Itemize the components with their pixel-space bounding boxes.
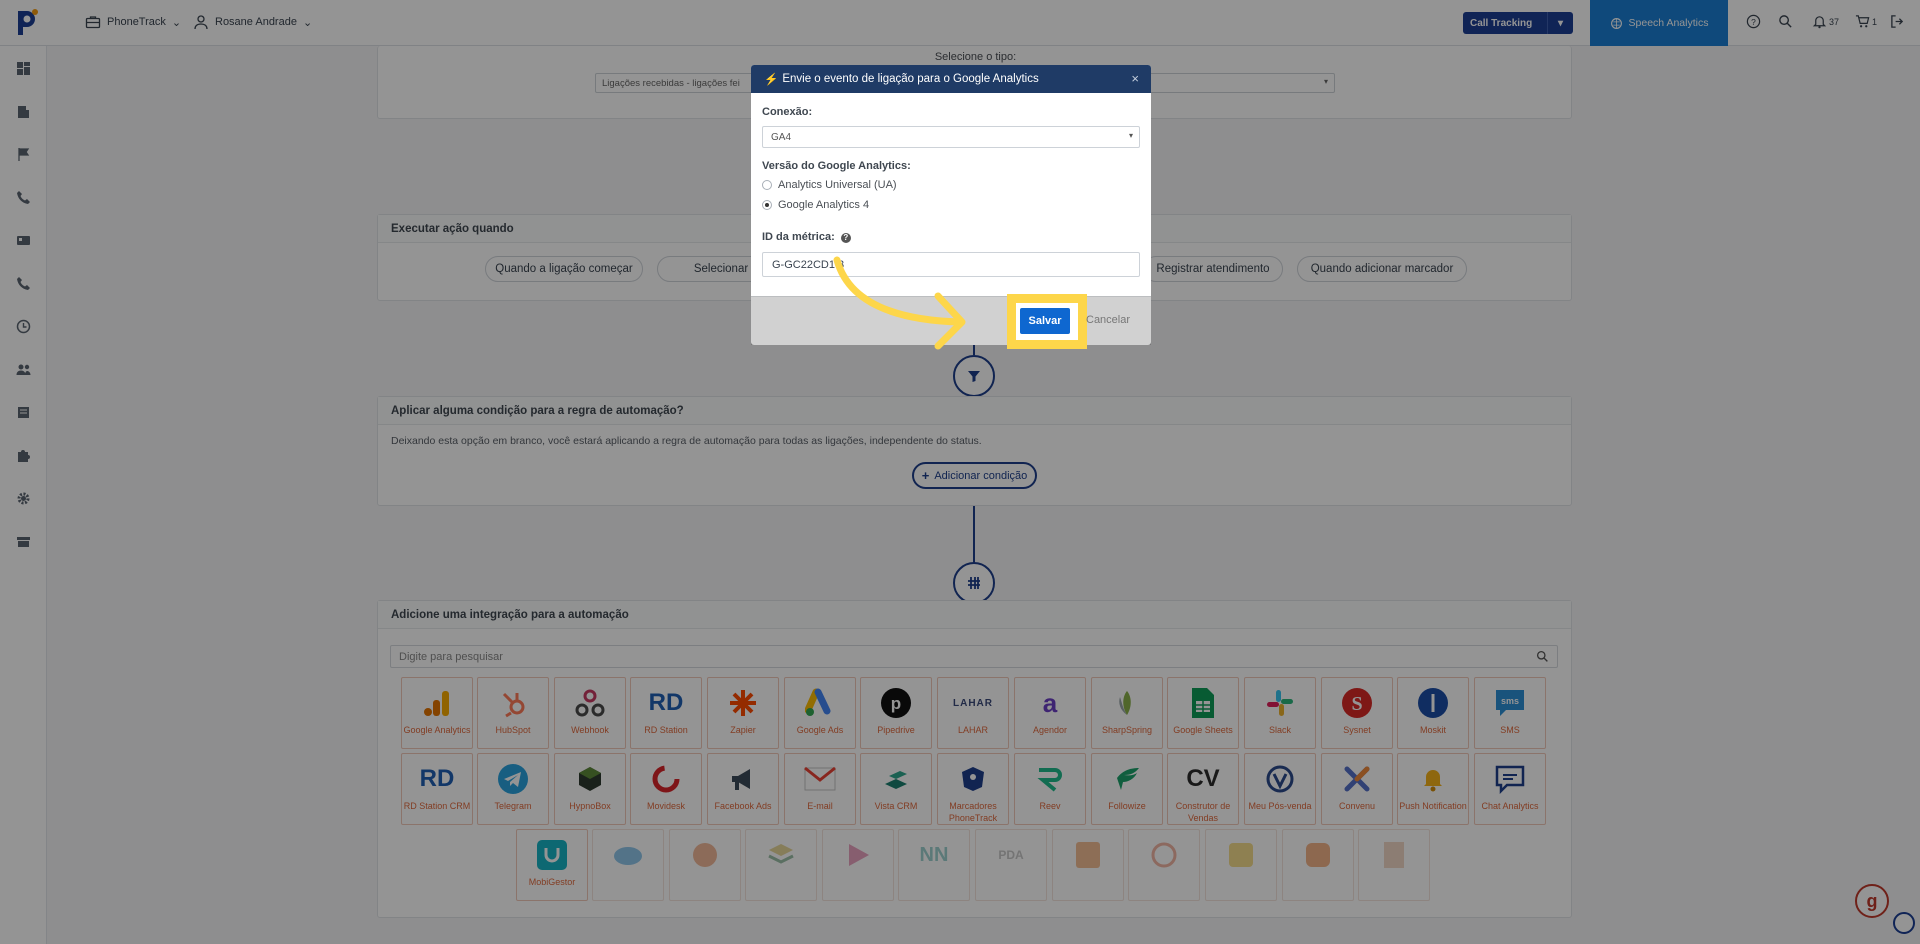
- radio-ua-label: Analytics Universal (UA): [778, 179, 897, 191]
- radio-circle[interactable]: [762, 200, 772, 210]
- save-button[interactable]: Salvar: [1020, 308, 1070, 334]
- caret-down-icon: ▾: [1128, 131, 1133, 140]
- metric-id-label: ID da métrica: ?: [762, 231, 851, 243]
- radio-google-analytics-4[interactable]: Google Analytics 4: [762, 199, 869, 211]
- radio-analytics-universal[interactable]: Analytics Universal (UA): [762, 179, 897, 191]
- connection-value: GA4: [771, 132, 792, 143]
- question-circle-icon[interactable]: ?: [840, 233, 851, 243]
- modal-title: Envie o evento de ligação para o Google …: [782, 73, 1039, 85]
- save-highlight: Salvar: [1007, 294, 1087, 349]
- cancel-button[interactable]: Cancelar: [1086, 314, 1130, 326]
- modal-header: ⚡ Envie o evento de ligação para o Googl…: [751, 65, 1151, 93]
- connection-select[interactable]: GA4 ▾: [762, 126, 1140, 148]
- radio-circle[interactable]: [762, 180, 772, 190]
- close-icon[interactable]: ×: [1131, 71, 1139, 86]
- tutorial-arrow-icon: [833, 256, 966, 350]
- bolt-icon: ⚡: [764, 74, 779, 86]
- radio-ga4-label: Google Analytics 4: [778, 199, 870, 211]
- ga-version-label: Versão do Google Analytics:: [762, 160, 911, 172]
- connection-label: Conexão:: [762, 106, 813, 118]
